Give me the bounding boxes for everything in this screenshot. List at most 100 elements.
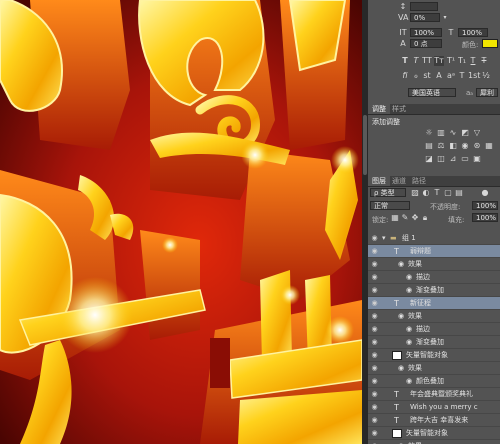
- effect-eye-icon[interactable]: ◉: [406, 323, 412, 336]
- layer-row[interactable]: ◉ ◉ 渐变叠加: [368, 284, 500, 297]
- horizontal-scale-field[interactable]: 100%: [458, 28, 488, 37]
- leading-field[interactable]: [410, 2, 438, 11]
- selective-color-icon[interactable]: ▣: [472, 154, 482, 164]
- chevron-down-icon[interactable]: ▾: [382, 232, 386, 245]
- effect-eye-icon[interactable]: ◉: [406, 375, 412, 388]
- color-lookup-icon[interactable]: ▦: [484, 141, 494, 151]
- effect-eye-icon[interactable]: ◉: [398, 310, 404, 323]
- layer-row[interactable]: ◉◉效果: [368, 362, 500, 375]
- stylistic-button[interactable]: st: [422, 71, 432, 81]
- tab-paths[interactable]: 路径: [408, 176, 430, 186]
- exposure-icon[interactable]: ◩: [460, 128, 470, 138]
- visibility-eye-icon[interactable]: ◉: [370, 312, 379, 321]
- text-color-swatch[interactable]: [482, 39, 498, 48]
- filter-adjustment-icon[interactable]: ◐: [421, 188, 431, 198]
- lock-position-icon[interactable]: ✥: [410, 213, 420, 223]
- posterize-icon[interactable]: ◫: [436, 154, 446, 164]
- lock-all-icon[interactable]: 🔒︎: [420, 213, 430, 223]
- visibility-eye-icon[interactable]: ◉: [370, 390, 379, 399]
- layer-row[interactable]: ◉ ◉ 渐变叠加: [368, 336, 500, 349]
- small-caps-button[interactable]: Tт: [434, 56, 444, 66]
- dropdown-arrow-icon[interactable]: ▾: [440, 13, 450, 23]
- layer-row[interactable]: ◉ T 弱辩题: [368, 245, 500, 258]
- brightness-icon[interactable]: ☼: [424, 128, 434, 138]
- channel-mixer-icon[interactable]: ⊛: [472, 141, 482, 151]
- lock-transparency-icon[interactable]: ▦: [390, 213, 400, 223]
- superscript-button[interactable]: T¹: [446, 56, 456, 66]
- ligature-button[interactable]: fi: [400, 71, 410, 81]
- layer-row[interactable]: ◉◉效果: [368, 440, 500, 444]
- effect-eye-icon[interactable]: ◉: [398, 362, 404, 375]
- levels-icon[interactable]: ▥: [436, 128, 446, 138]
- anti-alias-select[interactable]: 犀利: [476, 88, 498, 97]
- visibility-eye-icon[interactable]: ◉: [370, 377, 379, 386]
- layer-row[interactable]: ◉◉效果: [368, 310, 500, 323]
- filter-type-icon[interactable]: T: [432, 188, 442, 198]
- ordinal-button[interactable]: T: [457, 71, 467, 81]
- hue-saturation-icon[interactable]: ▤: [424, 141, 434, 151]
- layer-row[interactable]: ◉ ◉ 描边: [368, 323, 500, 336]
- titling-button[interactable]: aᵃ: [446, 71, 456, 81]
- visibility-eye-icon[interactable]: ◉: [370, 338, 379, 347]
- invert-icon[interactable]: ◪: [424, 154, 434, 164]
- visibility-eye-icon[interactable]: ◉: [370, 260, 379, 269]
- layer-row[interactable]: ◉ T 跨年大吉 幸喜发来: [368, 414, 500, 427]
- faux-italic-button[interactable]: T: [411, 56, 421, 66]
- effect-eye-icon[interactable]: ◉: [398, 258, 404, 271]
- visibility-eye-icon[interactable]: ◉: [370, 403, 379, 412]
- filter-smart-icon[interactable]: ▤: [454, 188, 464, 198]
- filter-toggle-icon[interactable]: ●: [480, 188, 490, 198]
- lock-pixels-icon[interactable]: ✎: [400, 213, 410, 223]
- scrollbar-thumb[interactable]: [363, 115, 367, 175]
- blend-mode-select[interactable]: 正常: [370, 201, 410, 210]
- visibility-eye-icon[interactable]: ◉: [370, 299, 379, 308]
- vibrance-icon[interactable]: ▽: [472, 128, 482, 138]
- threshold-icon[interactable]: ⊿: [448, 154, 458, 164]
- subscript-button[interactable]: T₁: [457, 56, 467, 66]
- visibility-eye-icon[interactable]: ◉: [370, 429, 379, 438]
- black-white-icon[interactable]: ◧: [448, 141, 458, 151]
- filter-pixel-icon[interactable]: ▨: [410, 188, 420, 198]
- layer-row[interactable]: ◉ ◉ 描边: [368, 271, 500, 284]
- discretionary-ligature-button[interactable]: ℴ: [411, 71, 421, 81]
- effect-eye-icon[interactable]: ◉: [406, 271, 412, 284]
- tracking-field[interactable]: 0%: [410, 13, 440, 22]
- language-select[interactable]: 美国英语: [408, 88, 456, 97]
- baseline-shift-field[interactable]: 0 点: [410, 39, 442, 48]
- layer-row[interactable]: ◉ ▾ ▬ 组 1: [368, 232, 500, 245]
- layer-row[interactable]: ◉ ◉ 颜色叠加: [368, 375, 500, 388]
- visibility-eye-icon[interactable]: ◉: [370, 286, 379, 295]
- strikethrough-button[interactable]: T: [479, 56, 489, 66]
- curves-icon[interactable]: ∿: [448, 128, 458, 138]
- visibility-eye-icon[interactable]: ◉: [370, 416, 379, 425]
- layer-row[interactable]: ◉ 矢量智能对象: [368, 349, 500, 362]
- tab-channels[interactable]: 通道: [388, 176, 410, 186]
- visibility-eye-icon[interactable]: ◉: [370, 234, 379, 243]
- opacity-field[interactable]: 100%: [472, 201, 498, 210]
- photo-filter-icon[interactable]: ◉: [460, 141, 470, 151]
- all-caps-button[interactable]: TT: [422, 56, 432, 66]
- vertical-scale-field[interactable]: 100%: [410, 28, 442, 37]
- effect-eye-icon[interactable]: ◉: [406, 336, 412, 349]
- effect-eye-icon[interactable]: ◉: [398, 440, 404, 444]
- tab-layers[interactable]: 图层: [368, 176, 390, 186]
- layer-filter-select[interactable]: ρ 类型: [370, 188, 406, 197]
- visibility-eye-icon[interactable]: ◉: [370, 325, 379, 334]
- fill-field[interactable]: 100%: [472, 213, 498, 222]
- tab-adjustments[interactable]: 调整: [368, 104, 390, 114]
- document-canvas[interactable]: [0, 0, 362, 444]
- gradient-map-icon[interactable]: ▭: [460, 154, 470, 164]
- faux-bold-button[interactable]: T: [400, 56, 410, 66]
- layer-row[interactable]: ◉◉效果: [368, 258, 500, 271]
- layer-row[interactable]: ◉ 矢量智能对象: [368, 427, 500, 440]
- visibility-eye-icon[interactable]: ◉: [370, 351, 379, 360]
- filter-shape-icon[interactable]: ▢: [443, 188, 453, 198]
- visibility-eye-icon[interactable]: ◉: [370, 364, 379, 373]
- layer-row[interactable]: ◉ T 新征程: [368, 297, 500, 310]
- effect-eye-icon[interactable]: ◉: [406, 284, 412, 297]
- visibility-eye-icon[interactable]: ◉: [370, 273, 379, 282]
- tab-styles[interactable]: 样式: [388, 104, 410, 114]
- layer-row[interactable]: ◉ T 年会盛典暨颁奖典礼: [368, 388, 500, 401]
- underline-button[interactable]: T: [468, 56, 478, 66]
- fraction-button[interactable]: 1st: [468, 71, 480, 81]
